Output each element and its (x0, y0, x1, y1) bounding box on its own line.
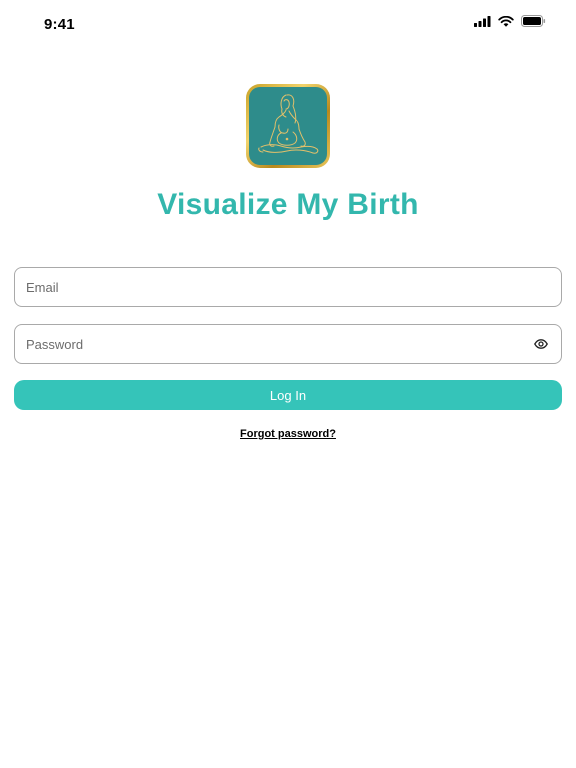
cellular-signal-icon (474, 15, 491, 27)
wifi-icon (498, 15, 514, 27)
login-button[interactable]: Log In (14, 380, 562, 410)
app-logo (246, 84, 330, 168)
forgot-password-link[interactable]: Forgot password? (0, 428, 576, 440)
app-title: Visualize My Birth (157, 188, 419, 221)
email-input[interactable] (26, 279, 550, 295)
password-field[interactable] (14, 324, 562, 364)
password-input[interactable] (26, 336, 532, 352)
status-icons (474, 15, 546, 27)
status-time: 9:41 (44, 16, 75, 33)
email-field[interactable] (14, 267, 562, 307)
eye-icon (534, 339, 548, 349)
status-bar: 9:41 (0, 0, 576, 50)
show-password-toggle[interactable] (532, 335, 550, 353)
login-screen: 9:41 Visualize My Birth Email Log In For… (0, 0, 576, 768)
meditating-woman-logo (249, 87, 327, 165)
battery-icon (521, 15, 546, 27)
